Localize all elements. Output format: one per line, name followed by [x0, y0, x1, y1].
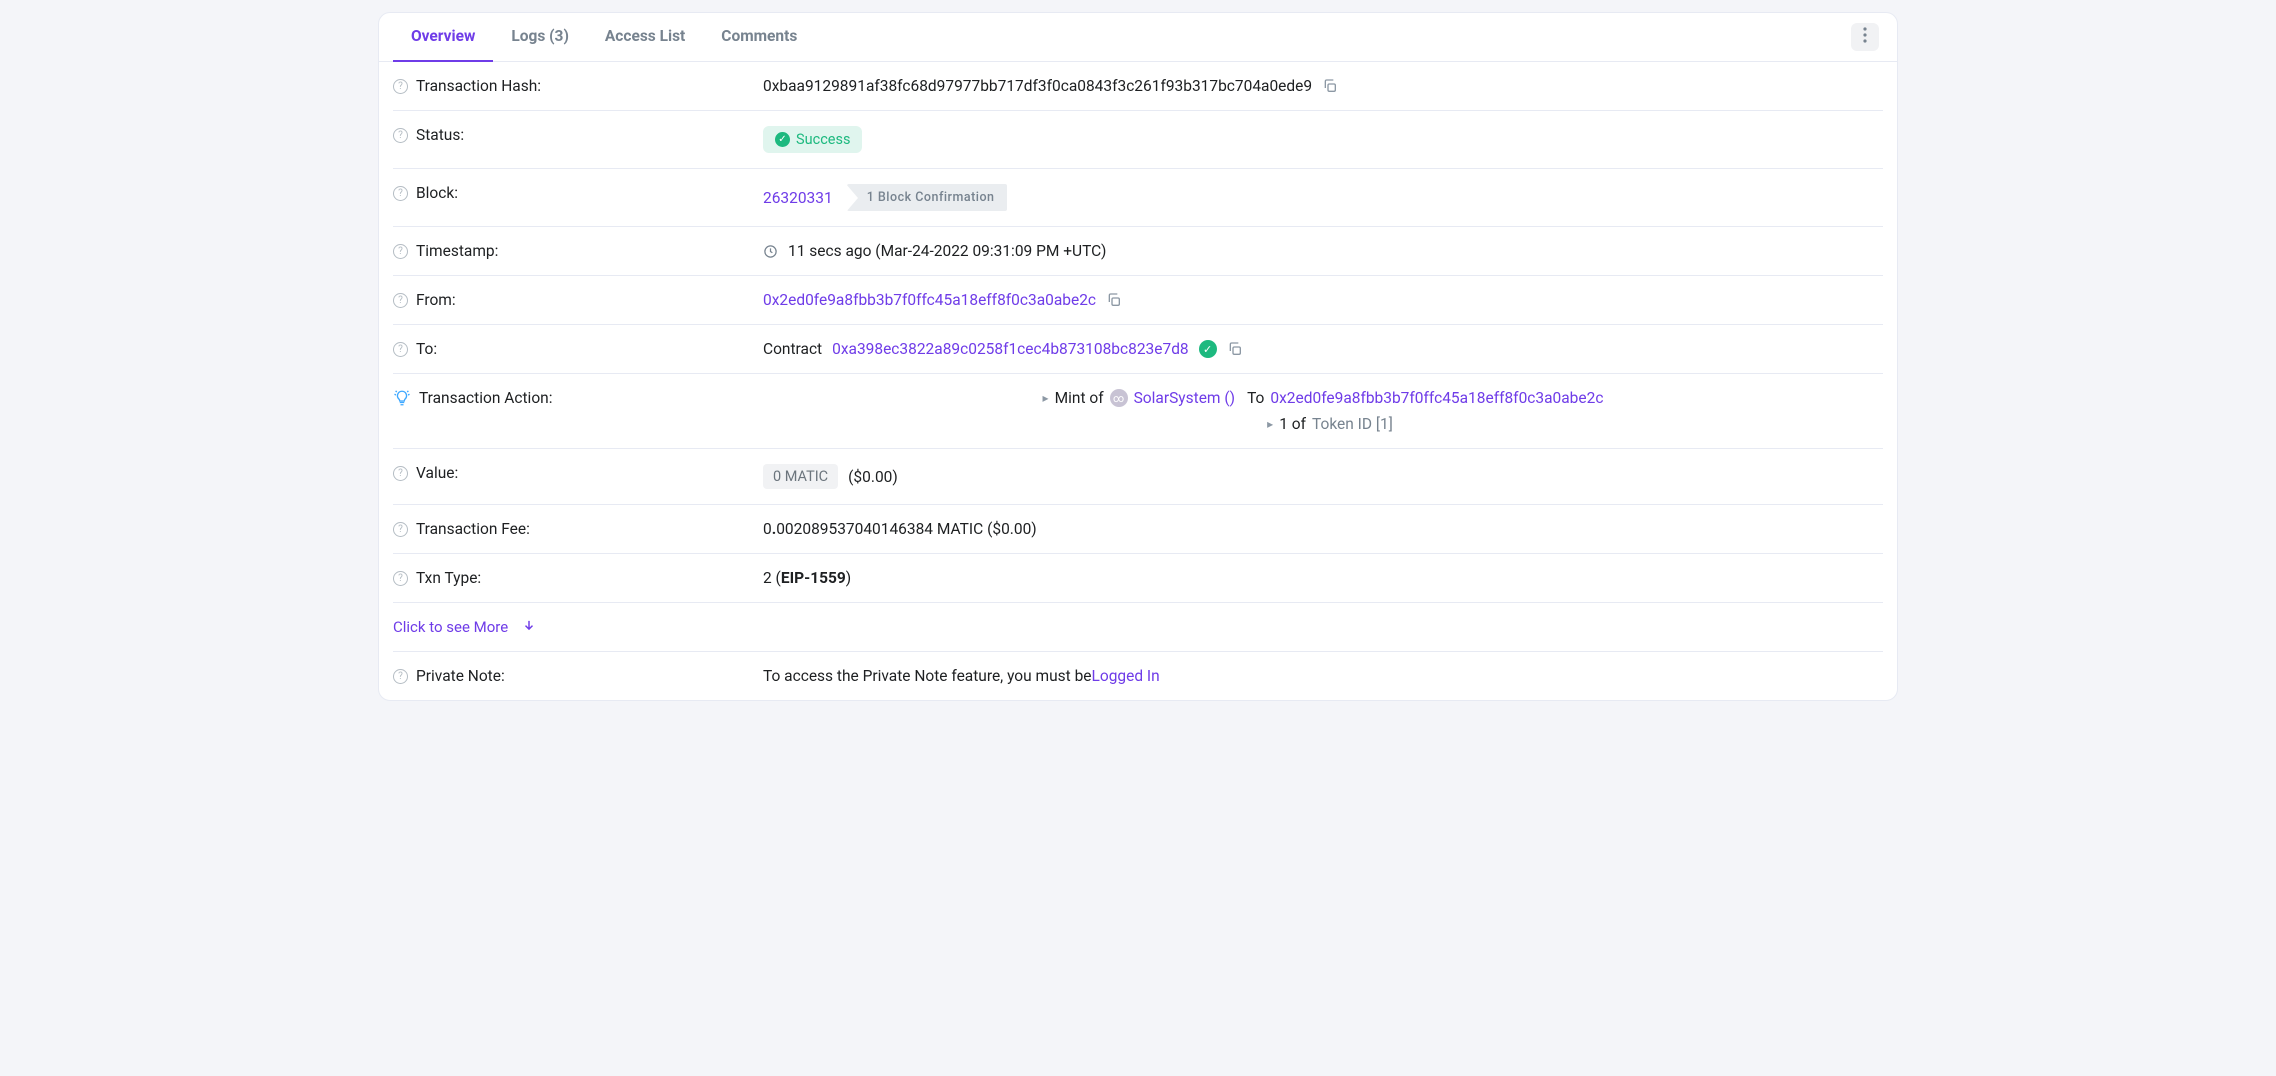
to-prefix: Contract [763, 340, 822, 358]
block-link[interactable]: 26320331 [763, 189, 833, 207]
from-address-link[interactable]: 0x2ed0fe9a8fbb3b7f0ffc45a18eff8f0c3a0abe… [763, 291, 1096, 309]
block-confirmations: 1 Block Confirmation [847, 184, 1007, 211]
caret-icon: ▸ [1267, 417, 1273, 431]
tab-logs[interactable]: Logs (3) [493, 13, 587, 61]
value-amount: 0 MATIC [763, 464, 838, 489]
verified-icon: ✓ [1199, 340, 1217, 358]
row-see-more: Click to see More [393, 603, 1883, 652]
label-tx-fee: Transaction Fee: [416, 520, 530, 538]
copy-icon[interactable] [1322, 78, 1338, 94]
row-txn-type: ? Txn Type: 2 (EIP-1559) [393, 554, 1883, 603]
copy-icon[interactable] [1227, 341, 1243, 357]
private-note-prefix: To access the Private Note feature, you … [763, 667, 1092, 685]
row-private-note: ? Private Note: To access the Private No… [393, 652, 1883, 700]
tx-fee-amount: 002089537040146384 MATIC ($0.00) [776, 520, 1036, 538]
label-value: Value: [416, 464, 458, 482]
check-circle-icon: ✓ [775, 132, 790, 147]
help-icon[interactable]: ? [393, 571, 408, 586]
logged-in-link[interactable]: Logged In [1092, 667, 1160, 685]
row-from: ? From: 0x2ed0fe9a8fbb3b7f0ffc45a18eff8f… [393, 276, 1883, 325]
status-badge: ✓ Success [763, 126, 862, 153]
details-list: ? Transaction Hash: 0xbaa9129891af38fc68… [379, 62, 1897, 700]
help-icon[interactable]: ? [393, 79, 408, 94]
txn-type-prefix: 2 ( [763, 569, 781, 587]
action-to-address-link[interactable]: 0x2ed0fe9a8fbb3b7f0ffc45a18eff8f0c3a0abe… [1270, 389, 1603, 407]
label-private-note: Private Note: [416, 667, 505, 685]
value-tx-hash: 0xbaa9129891af38fc68d97977bb717df3f0ca08… [763, 77, 1312, 95]
mint-prefix: Mint of [1055, 389, 1104, 407]
row-tx-action: Transaction Action: ▸ Mint of ∞ SolarSys… [393, 374, 1883, 449]
row-status: ? Status: ✓ Success [393, 111, 1883, 169]
tab-access-list[interactable]: Access List [587, 13, 703, 61]
status-text: Success [796, 131, 850, 148]
label-tx-action: Transaction Action: [419, 389, 552, 407]
tab-comments[interactable]: Comments [703, 13, 815, 61]
help-icon[interactable]: ? [393, 293, 408, 308]
label-block: Block: [416, 184, 458, 202]
copy-icon[interactable] [1106, 292, 1122, 308]
action-line-2: ▸ 1 of Token ID [1] [1267, 415, 1393, 433]
row-value: ? Value: 0 MATIC ($0.00) [393, 449, 1883, 505]
more-options-button[interactable] [1851, 23, 1879, 51]
tab-overview[interactable]: Overview [393, 13, 493, 61]
txn-type-suffix: ) [846, 569, 851, 587]
value-usd: ($0.00) [848, 468, 898, 486]
token-id-link[interactable]: Token ID [1] [1312, 415, 1393, 433]
to-word: To [1247, 389, 1264, 407]
label-txn-type: Txn Type: [416, 569, 481, 587]
label-to: To: [416, 340, 437, 358]
help-icon[interactable]: ? [393, 342, 408, 357]
label-status: Status: [416, 126, 464, 144]
txn-type-bold: EIP-1559 [781, 569, 846, 587]
see-more-button[interactable]: Click to see More [393, 618, 536, 636]
see-more-text: Click to see More [393, 618, 508, 636]
help-icon[interactable]: ? [393, 244, 408, 259]
token-name-link[interactable]: SolarSystem () [1134, 389, 1235, 407]
label-from: From: [416, 291, 456, 309]
to-address-link[interactable]: 0xa398ec3822a89c0258f1cec4b873108bc823e7… [832, 340, 1189, 358]
help-icon[interactable]: ? [393, 128, 408, 143]
row-block: ? Block: 26320331 1 Block Confirmation [393, 169, 1883, 227]
caret-icon: ▸ [1043, 391, 1049, 405]
kebab-icon [1863, 27, 1867, 47]
action-line-1: ▸ Mint of ∞ SolarSystem () To 0x2ed0fe9a… [1043, 389, 1604, 407]
clock-icon [763, 244, 778, 259]
tabs-bar: Overview Logs (3) Access List Comments [379, 13, 1897, 62]
token-icon: ∞ [1110, 389, 1128, 407]
row-tx-fee: ? Transaction Fee: 0.002089537040146384 … [393, 505, 1883, 554]
help-icon[interactable]: ? [393, 669, 408, 684]
row-to: ? To: Contract 0xa398ec3822a89c0258f1cec… [393, 325, 1883, 374]
lightbulb-icon [393, 389, 411, 411]
tx-fee-prefix: 0 [763, 520, 772, 538]
row-timestamp: ? Timestamp: 11 secs ago (Mar-24-2022 09… [393, 227, 1883, 276]
help-icon[interactable]: ? [393, 186, 408, 201]
value-timestamp: 11 secs ago (Mar-24-2022 09:31:09 PM +UT… [788, 242, 1106, 260]
arrow-down-icon [522, 618, 536, 636]
help-icon[interactable]: ? [393, 522, 408, 537]
transaction-card: Overview Logs (3) Access List Comments ?… [378, 12, 1898, 701]
help-icon[interactable]: ? [393, 466, 408, 481]
label-timestamp: Timestamp: [416, 242, 498, 260]
row-tx-hash: ? Transaction Hash: 0xbaa9129891af38fc68… [393, 62, 1883, 111]
qty-prefix: 1 of [1279, 415, 1306, 433]
label-tx-hash: Transaction Hash: [416, 77, 541, 95]
